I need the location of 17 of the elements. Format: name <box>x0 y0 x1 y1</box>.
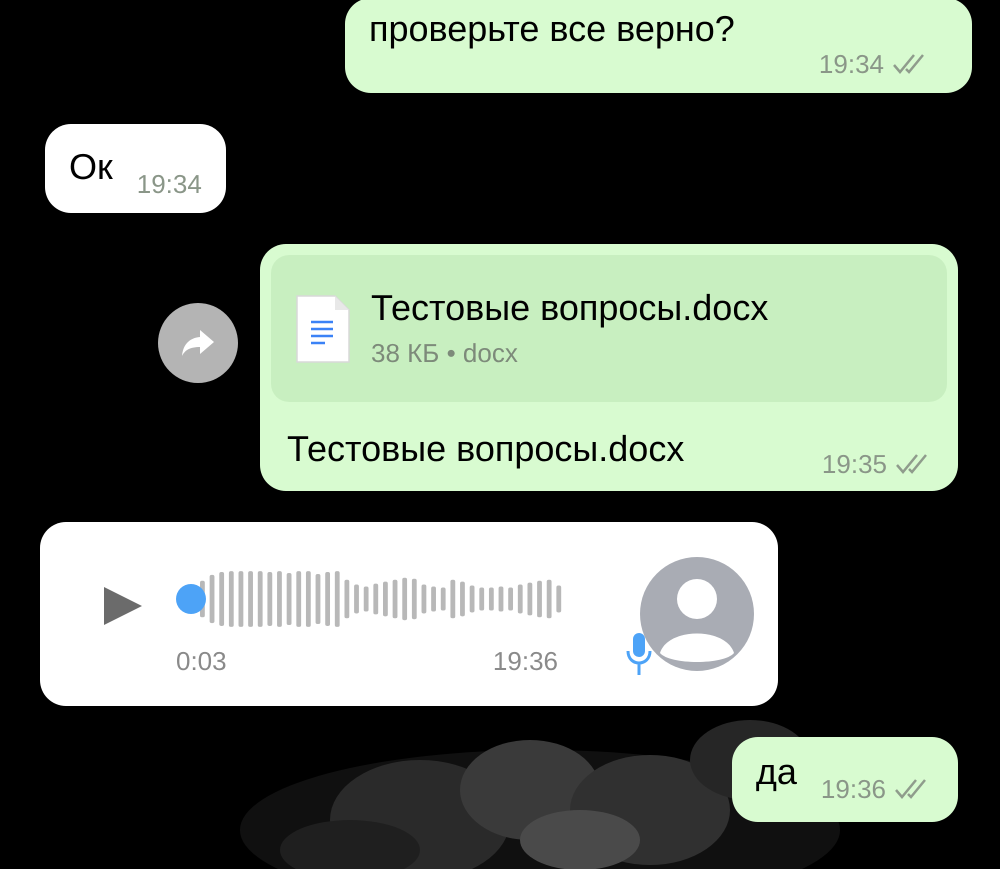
file-name: Тестовые вопросы.docx <box>371 286 768 330</box>
document-icon <box>295 294 351 364</box>
message-time: 19:36 <box>820 776 886 802</box>
voice-duration: 0:03 <box>176 648 227 674</box>
play-button[interactable] <box>102 585 144 627</box>
message-text: Ок <box>69 145 113 189</box>
file-info: 38 КБ • docx <box>371 336 519 370</box>
message-time: 19:36 <box>492 648 558 674</box>
forward-icon <box>180 328 216 358</box>
document-card[interactable]: Тестовые вопросы.docx 38 КБ • docx <box>271 255 947 402</box>
message-text: Тестовые вопросы.docx <box>287 427 684 471</box>
message-time: 19:34 <box>136 171 202 197</box>
microphone-icon <box>626 631 652 677</box>
message-time: 19:34 <box>818 51 884 77</box>
message-text: да <box>756 750 797 794</box>
message-time: 19:35 <box>822 451 887 477</box>
message-text: проверьте все верно? <box>369 7 735 51</box>
